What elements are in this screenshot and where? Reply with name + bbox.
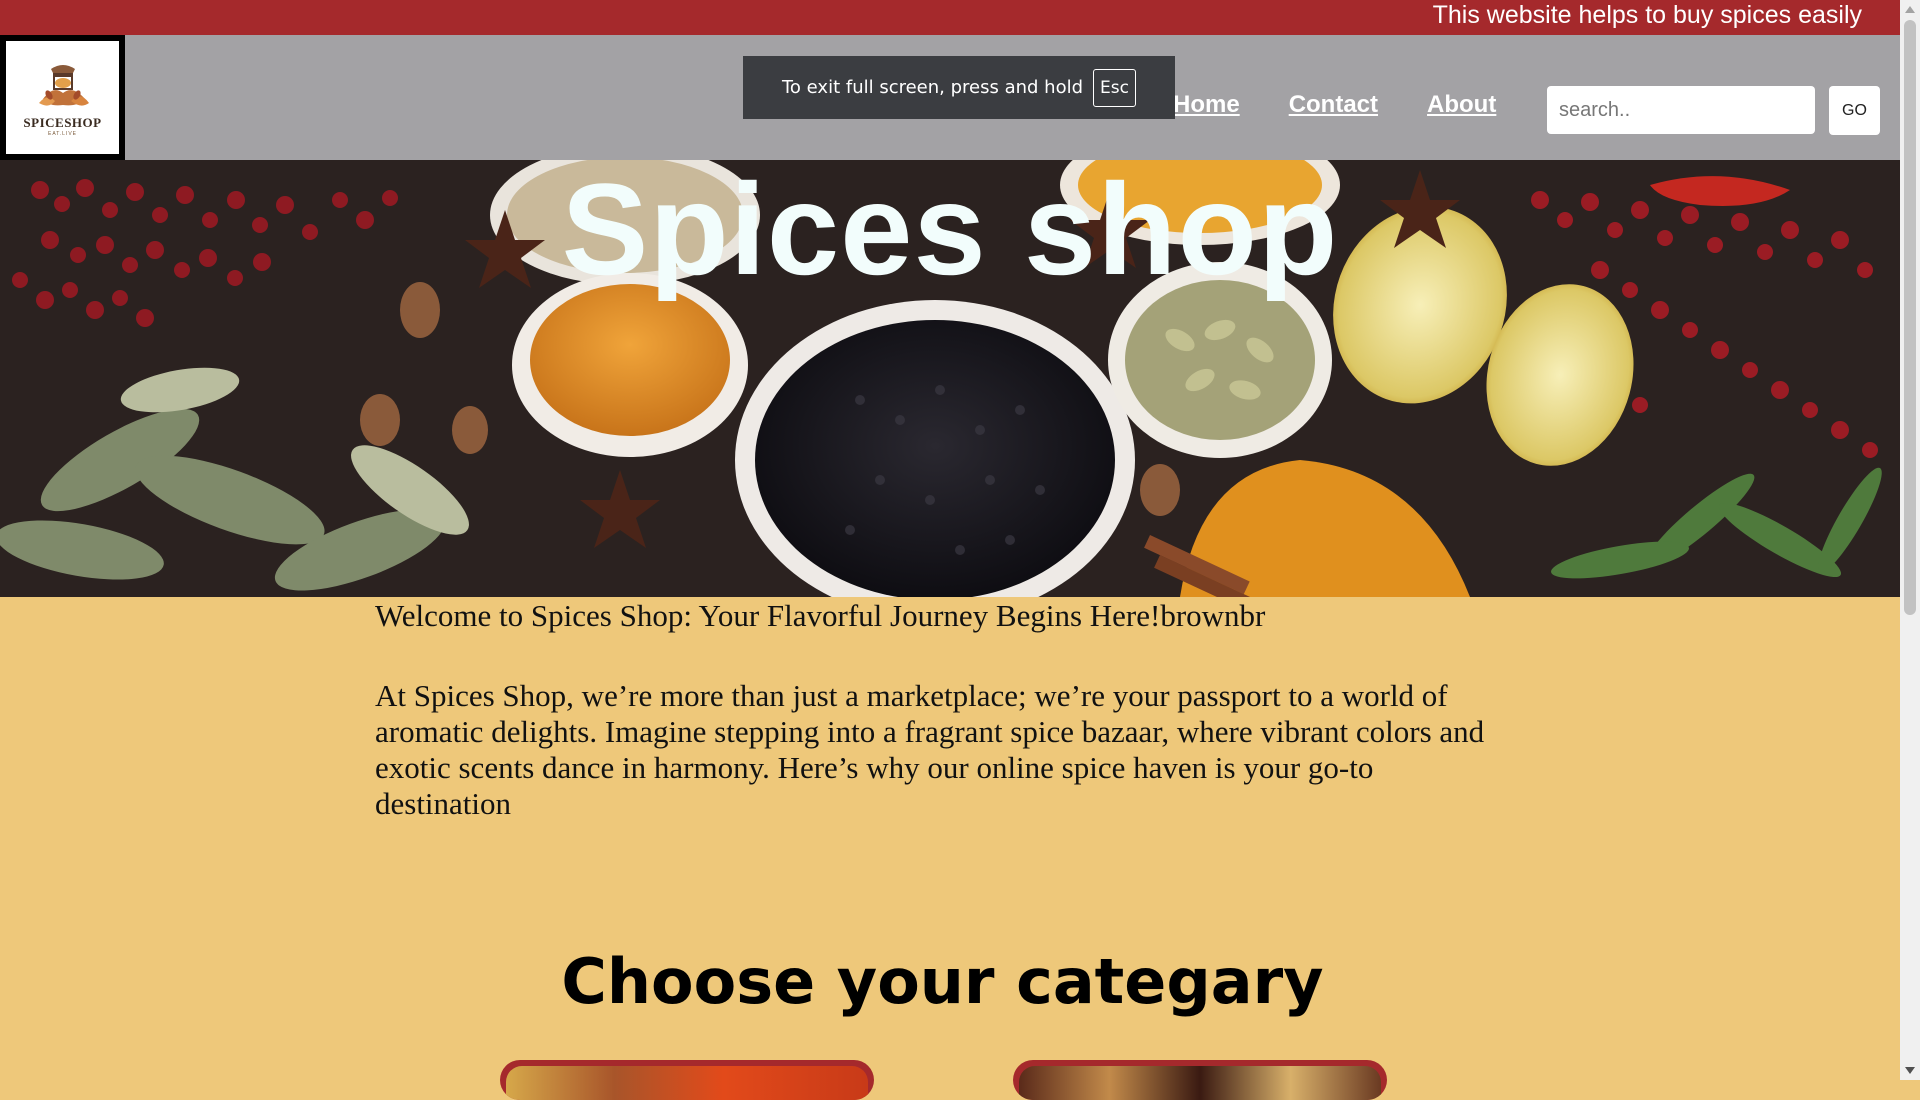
hero-title: Spices shop	[561, 160, 1339, 302]
main-nav: Home Contact About	[1173, 91, 1496, 119]
spice-jar-icon	[38, 64, 89, 106]
welcome-heading: Welcome to Spices Shop: Your Flavorful J…	[375, 598, 1266, 633]
esc-key-badge: Esc	[1093, 68, 1136, 107]
fullscreen-toast-text: To exit full screen, press and hold	[782, 77, 1084, 98]
logo-image: SPICESHOP EAT.LIVE	[6, 41, 119, 154]
logo-tagline: EAT.LIVE	[47, 130, 78, 137]
hero-banner: Spices shop	[0, 160, 1900, 597]
fullscreen-exit-toast: To exit full screen, press and hold Esc	[743, 56, 1175, 119]
scroll-down-arrow-icon[interactable]	[1905, 1067, 1915, 1074]
logo[interactable]: SPICESHOP EAT.LIVE	[0, 35, 125, 160]
page-scrollbar[interactable]	[1900, 0, 1920, 1080]
scrollbar-thumb[interactable]	[1904, 20, 1916, 615]
search-go-button[interactable]: GO	[1829, 86, 1880, 135]
category-card[interactable]	[500, 1060, 874, 1100]
category-heading: Choose your categary	[561, 945, 1324, 1018]
category-card-image	[506, 1066, 868, 1100]
nav-link-home[interactable]: Home	[1173, 91, 1240, 119]
scroll-up-arrow-icon[interactable]	[1905, 6, 1915, 13]
intro-paragraph: At Spices Shop, we’re more than just a m…	[375, 678, 1485, 821]
category-card-image	[1019, 1066, 1381, 1100]
nav-link-contact[interactable]: Contact	[1289, 91, 1378, 119]
nav-link-about[interactable]: About	[1427, 91, 1496, 119]
search-input[interactable]	[1547, 86, 1815, 134]
announcement-bar: This website helps to buy spices easily	[0, 0, 1900, 35]
logo-name: SPICESHOP	[23, 114, 102, 130]
announcement-marquee-text: This website helps to buy spices easily	[1432, 1, 1862, 29]
category-card[interactable]	[1013, 1060, 1387, 1100]
